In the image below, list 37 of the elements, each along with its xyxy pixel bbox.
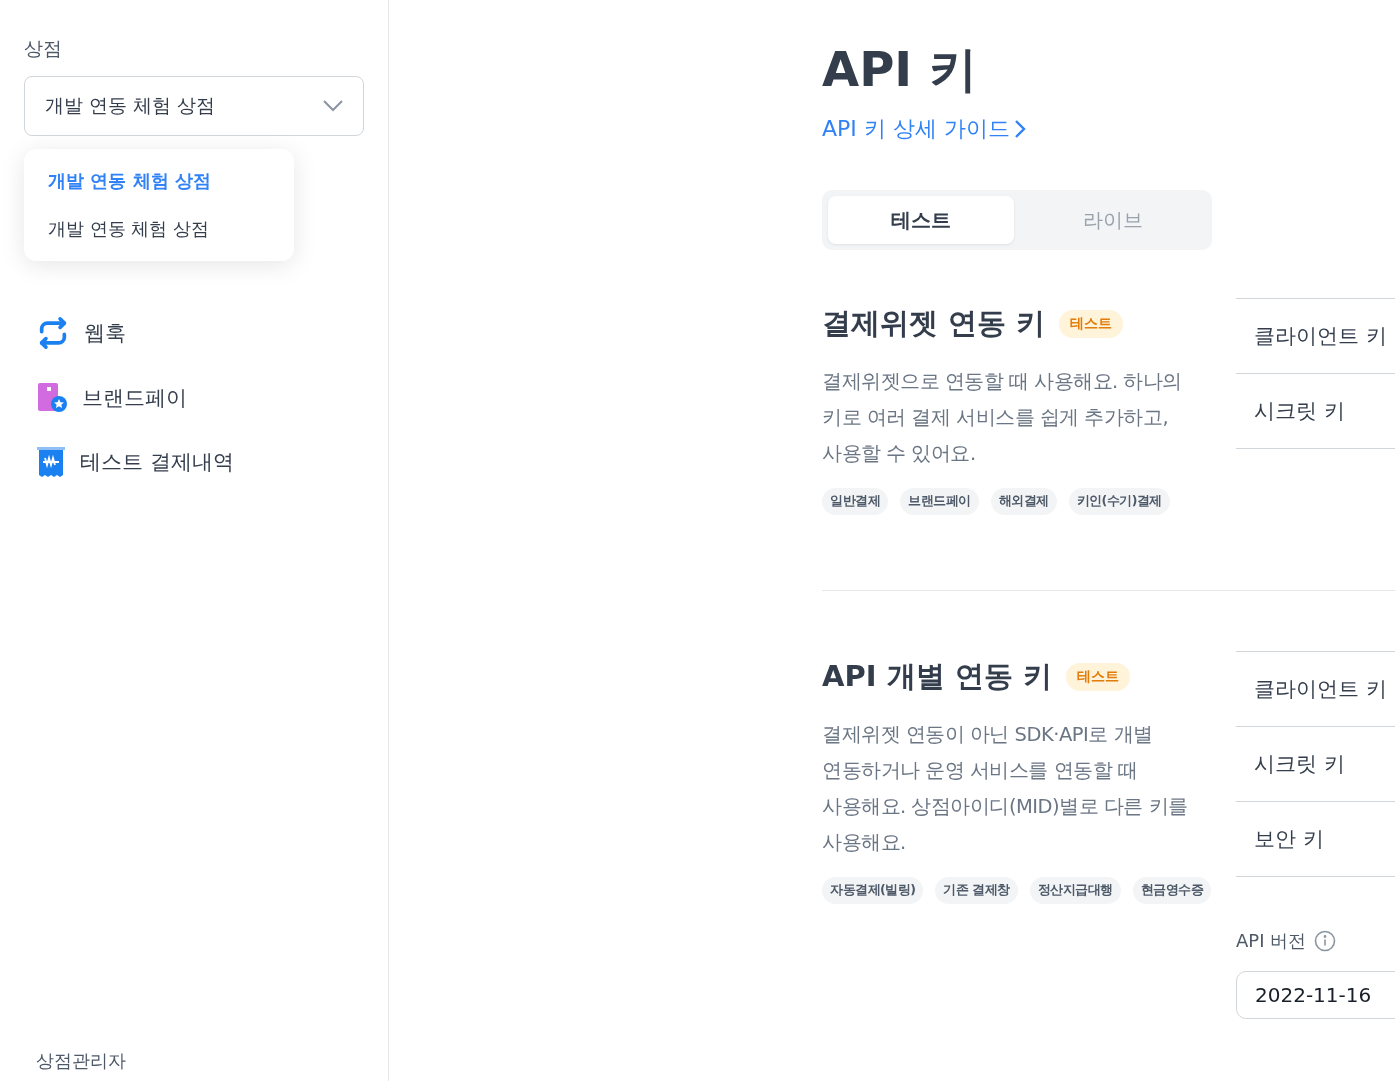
tag: 정산지급대행	[1029, 877, 1121, 904]
nav-item[interactable]: 테스트 결제내역	[36, 446, 364, 478]
key-row[interactable]: 시크릿 키	[1236, 374, 1395, 449]
tag: 기존 결제창	[935, 877, 1018, 904]
chevron-down-icon	[323, 100, 343, 112]
tag: 브랜드페이	[900, 488, 979, 515]
store-select[interactable]: 개발 연동 체험 상점	[24, 76, 364, 136]
nav-item[interactable]: 웹훅	[36, 316, 364, 350]
tag: 해외결제	[990, 488, 1057, 515]
dropdown-option[interactable]: 개발 연동 체험 상점	[24, 157, 294, 205]
chevron-right-icon	[1013, 119, 1026, 139]
api-version-field[interactable]: 2022-11-16	[1236, 971, 1395, 1019]
status-badge: 테스트	[1065, 663, 1130, 691]
store-label: 상점	[24, 36, 63, 61]
footer-link[interactable]: 상점관리자	[24, 1049, 364, 1073]
key-row[interactable]: 시크릿 키	[1236, 727, 1395, 802]
card-star-icon	[36, 382, 68, 414]
key-row[interactable]: 클라이언트 키	[1236, 299, 1395, 374]
api-version-label: API 버전	[1236, 929, 1307, 953]
tag: 일반결제	[822, 488, 888, 515]
info-icon[interactable]	[1314, 930, 1337, 952]
tag: 자동결제(빌링)	[822, 877, 924, 904]
receipt-icon	[36, 446, 66, 478]
key-row[interactable]: 보안 키	[1236, 802, 1395, 877]
nav-item[interactable]: 브랜드페이	[36, 382, 364, 414]
section-title: 결제위젯 연동 키	[822, 305, 1046, 342]
tag: 키인(수기)결제	[1068, 488, 1170, 515]
status-badge: 테스트	[1059, 310, 1124, 338]
page-title: API 키	[822, 40, 978, 99]
tab[interactable]: 테스트	[828, 196, 1014, 244]
tag: 현금영수증	[1132, 877, 1212, 904]
section-description: 결제위젯 연동이 아닌 SDK·API로 개별 연동하거나 운영 서비스를 연동할 때 사용해요. 상점아이디(MID)별로 다른 키를 사용해요.	[822, 722, 1189, 856]
section-title: API 개별 연동 키	[822, 658, 1052, 695]
section-description: 결제위젯으로 연동할 때 사용해요. 하나의 키로 여러 결제 서비스를 쉽게 추가하고, 사용할 수 있어요.	[822, 369, 1183, 467]
key-row[interactable]: 클라이언트 키	[1236, 652, 1395, 727]
guide-link[interactable]: API 키 상세 가이드	[822, 114, 1026, 144]
dropdown-option[interactable]: 개발 연동 체험 상점	[24, 205, 294, 253]
